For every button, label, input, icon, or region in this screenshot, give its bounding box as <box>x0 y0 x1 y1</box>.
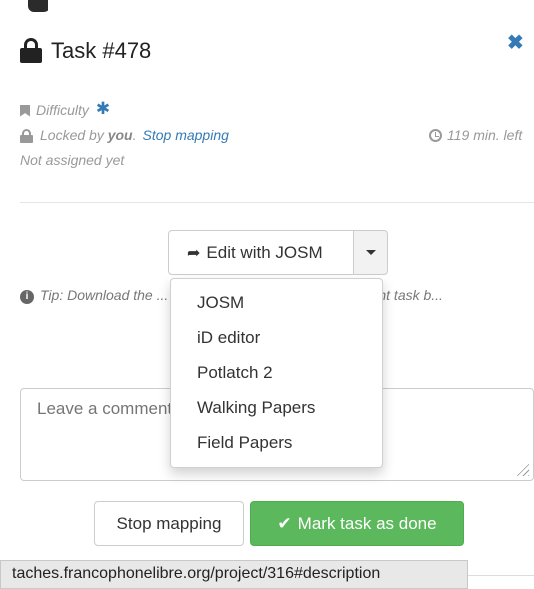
locked-by-prefix: Locked by <box>40 127 104 143</box>
stop-mapping-link[interactable]: Stop mapping <box>143 123 229 148</box>
editor-option-potlatch[interactable]: Potlatch 2 <box>171 355 382 390</box>
difficulty-label: Difficulty <box>36 102 89 118</box>
status-bar-url: taches.francophonelibre.org/project/316#… <box>0 560 468 589</box>
editor-dropdown-menu: JOSM iD editor Potlatch 2 Walking Papers… <box>170 278 383 468</box>
share-arrow-icon: ➦ <box>187 244 201 262</box>
mark-done-label: Mark task as done <box>297 513 437 533</box>
task-title: Task #478 <box>51 38 152 63</box>
time-left-text: 119 min. left <box>447 127 523 143</box>
check-icon: ✔ <box>277 513 292 533</box>
difficulty-row: Difficulty ✱ <box>20 98 534 123</box>
stop-mapping-button[interactable]: Stop mapping <box>94 501 244 546</box>
editor-option-walking-papers[interactable]: Walking Papers <box>171 390 382 425</box>
scrolled-icon-fragment <box>28 0 48 14</box>
bottom-divider <box>468 575 534 576</box>
info-icon: i <box>20 290 34 304</box>
clock-icon <box>429 129 442 142</box>
lock-icon <box>20 38 42 64</box>
lock-small-icon <box>20 128 33 143</box>
editor-option-id[interactable]: iD editor <box>171 320 382 355</box>
assignment-status: Not assigned yet <box>20 152 125 168</box>
editor-option-field-papers[interactable]: Field Papers <box>171 425 382 460</box>
time-remaining: 119 min. left <box>429 123 522 148</box>
gear-icon[interactable]: ✱ <box>96 96 110 121</box>
editor-option-josm[interactable]: JOSM <box>171 285 382 320</box>
editor-split-button: ➦ Edit with JOSM <box>168 230 388 275</box>
edit-with-josm-button[interactable]: ➦ Edit with JOSM <box>168 230 354 275</box>
close-icon[interactable]: ✖ <box>507 30 524 55</box>
divider <box>20 202 534 203</box>
caret-down-icon <box>365 250 376 255</box>
assignment-row: Not assigned yet <box>20 148 534 173</box>
edit-button-label: Edit with JOSM <box>206 242 323 262</box>
task-header: Task #478 <box>20 38 151 64</box>
task-meta: Difficulty ✱ Locked by you. Stop mapping… <box>20 98 534 173</box>
mark-task-done-button[interactable]: ✔ Mark task as done <box>250 501 464 546</box>
locked-by-user: you <box>107 127 133 143</box>
locked-by-suffix: . <box>132 127 137 143</box>
bookmark-icon <box>20 104 30 117</box>
lock-status-row: Locked by you. Stop mapping 119 min. lef… <box>20 123 534 148</box>
editor-dropdown-toggle[interactable] <box>354 230 388 275</box>
